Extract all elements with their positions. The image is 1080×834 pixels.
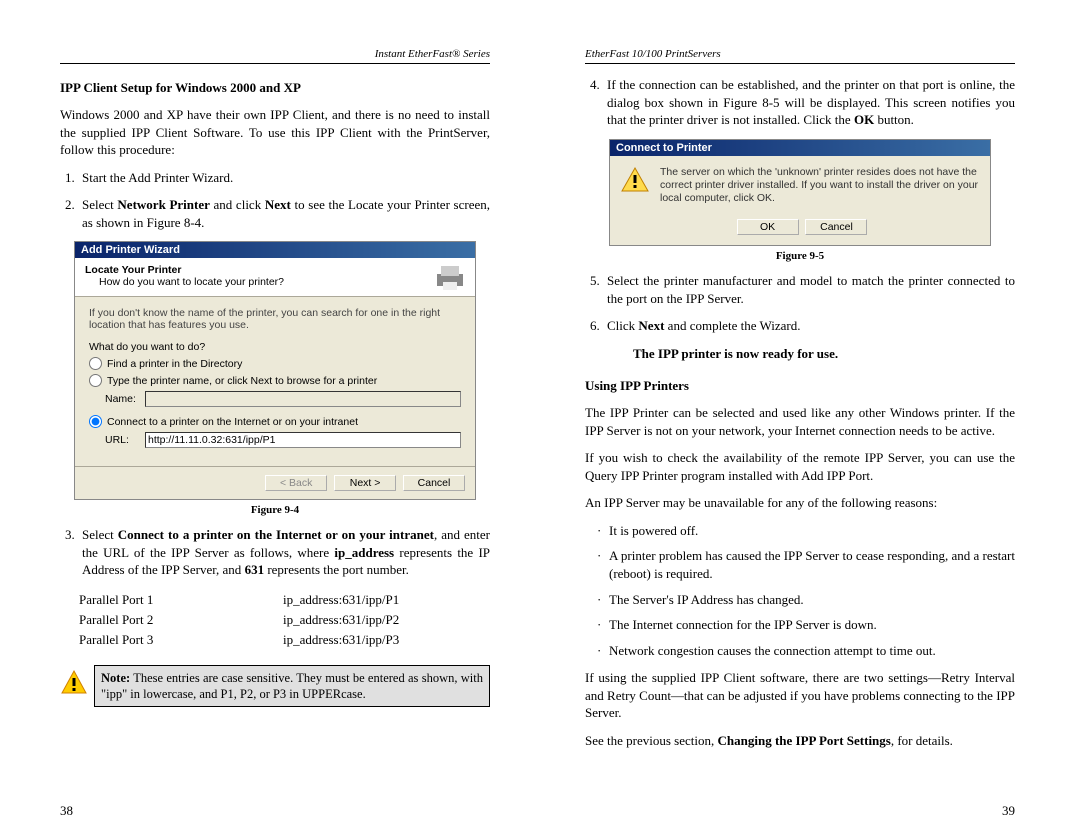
dialog-prompt: What do you want to do? (89, 341, 461, 353)
connect-to-printer-dialog: Connect to Printer The server on which t… (609, 139, 991, 246)
rule (60, 63, 490, 64)
step-3: Select Connect to a printer on the Inter… (78, 526, 490, 579)
printer-name-input[interactable] (145, 391, 461, 407)
table-row: Parallel Port 2ip_address:631/ipp/P2 (78, 611, 400, 629)
book-header-right: EtherFast 10/100 PrintServers (585, 48, 1015, 60)
warning-icon (60, 669, 88, 697)
step-1: Start the Add Printer Wizard. (78, 169, 490, 187)
ready-notice: The IPP printer is now ready for use. (633, 346, 838, 361)
radio-label: Connect to a printer on the Internet or … (107, 416, 358, 428)
dialog-help-text: If you don't know the name of the printe… (89, 307, 461, 331)
body-text: See the previous section, Changing the I… (585, 732, 1015, 750)
url-label: URL: (105, 434, 139, 446)
step-2: Select Network Printer and click Next to… (78, 196, 490, 231)
dialog-heading: Locate Your Printer (85, 264, 465, 276)
next-button[interactable]: Next > (334, 475, 396, 491)
name-label: Name: (105, 393, 139, 405)
radio-type-name[interactable] (89, 374, 102, 387)
radio-label: Find a printer in the Directory (107, 358, 242, 370)
warning-icon (620, 166, 650, 194)
cancel-button[interactable]: Cancel (805, 219, 867, 235)
dialog-subheading: How do you want to locate your printer? (99, 276, 465, 288)
ok-button[interactable]: OK (737, 219, 799, 235)
body-text: Windows 2000 and XP have their own IPP C… (60, 106, 490, 159)
note-box: Note: These entries are case sensitive. … (94, 665, 490, 708)
body-text: An IPP Server may be unavailable for any… (585, 494, 1015, 512)
list-item: Network congestion causes the connection… (609, 642, 1015, 660)
page-number: 38 (60, 803, 73, 819)
book-header-left: Instant EtherFast® Series (60, 48, 490, 60)
radio-internet[interactable] (89, 415, 102, 428)
printer-icon (433, 264, 467, 292)
radio-directory[interactable] (89, 357, 102, 370)
figure-caption: Figure 9-5 (585, 250, 1015, 262)
list-item: The Internet connection for the IPP Serv… (609, 616, 1015, 634)
printer-url-input[interactable] (145, 432, 461, 448)
page-number: 39 (1002, 803, 1015, 819)
table-row: Parallel Port 3ip_address:631/ipp/P3 (78, 631, 400, 649)
section-heading: Using IPP Printers (585, 378, 1015, 394)
dialog-titlebar: Connect to Printer (610, 140, 990, 156)
body-text: If you wish to check the availability of… (585, 449, 1015, 484)
back-button[interactable]: < Back (265, 475, 327, 491)
body-text: If using the supplied IPP Client softwar… (585, 669, 1015, 722)
table-row: Parallel Port 1ip_address:631/ipp/P1 (78, 591, 400, 609)
list-item: It is powered off. (609, 522, 1015, 540)
figure-caption: Figure 9-4 (60, 504, 490, 516)
step-5: Select the printer manufacturer and mode… (603, 272, 1015, 307)
rule (585, 63, 1015, 64)
section-heading: IPP Client Setup for Windows 2000 and XP (60, 80, 490, 96)
port-table: Parallel Port 1ip_address:631/ipp/P1 Par… (76, 589, 402, 651)
step-4: If the connection can be established, an… (603, 76, 1015, 129)
body-text: The IPP Printer can be selected and used… (585, 404, 1015, 439)
dialog-message: The server on which the 'unknown' printe… (660, 166, 980, 205)
cancel-button[interactable]: Cancel (403, 475, 465, 491)
dialog-titlebar: Add Printer Wizard (75, 242, 475, 258)
list-item: The Server's IP Address has changed. (609, 591, 1015, 609)
list-item: A printer problem has caused the IPP Ser… (609, 547, 1015, 582)
radio-label: Type the printer name, or click Next to … (107, 375, 377, 387)
add-printer-wizard-dialog: Add Printer Wizard Locate Your Printer H… (74, 241, 476, 500)
step-6: Click Next and complete the Wizard. (603, 317, 1015, 335)
